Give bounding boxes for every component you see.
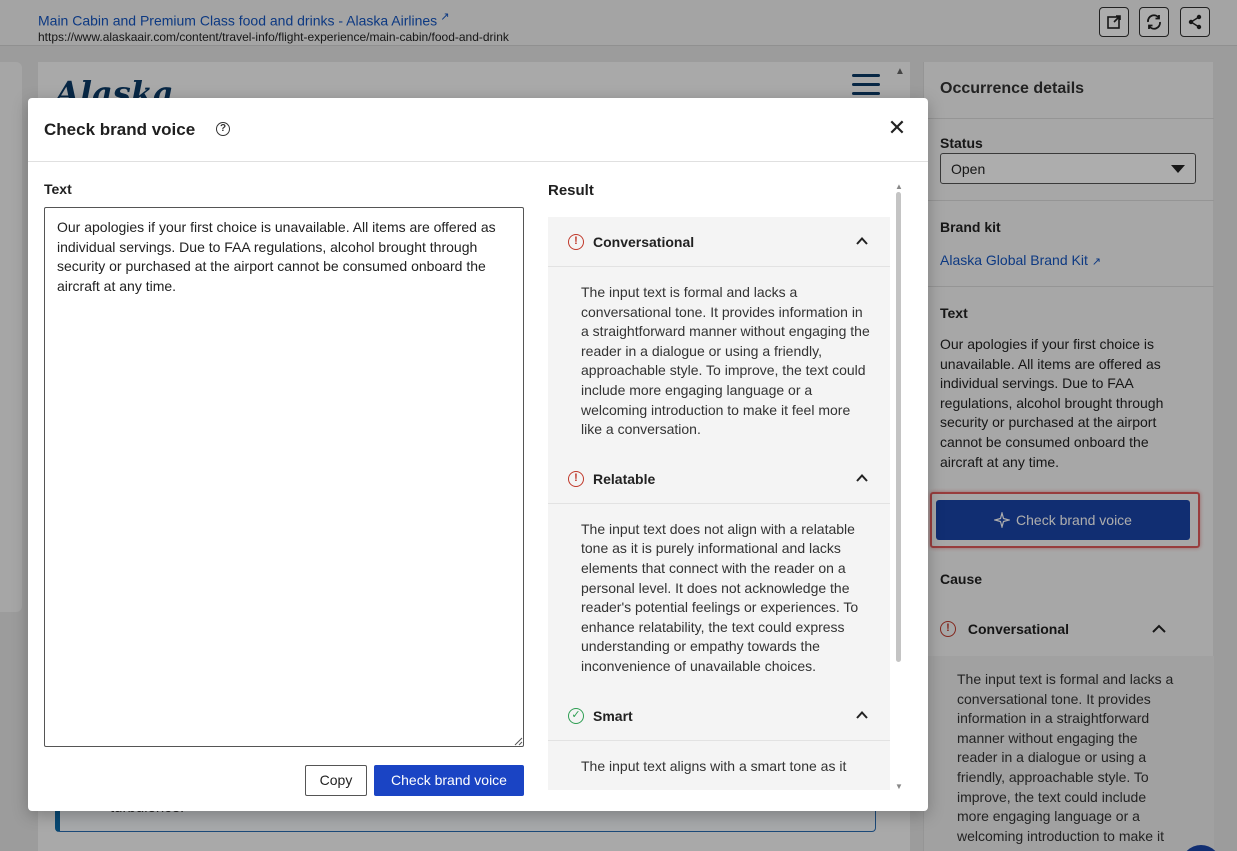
result-section: ! Relatable The input text does not alig… bbox=[548, 453, 890, 691]
result-body: The input text does not align with a rel… bbox=[548, 503, 890, 691]
result-section: ✓ Smart The input text aligns with a sma… bbox=[548, 690, 890, 790]
result-section: ! Conversational The input text is forma… bbox=[548, 217, 890, 454]
copy-button[interactable]: Copy bbox=[305, 765, 367, 796]
result-name: Smart bbox=[593, 707, 633, 724]
result-scrollbar[interactable]: ▲ ▼ bbox=[894, 182, 904, 792]
result-name: Relatable bbox=[593, 470, 656, 487]
scrollbar-thumb[interactable] bbox=[896, 192, 901, 662]
result-label: Result bbox=[548, 182, 594, 199]
close-icon[interactable]: ✕ bbox=[887, 117, 907, 139]
warning-icon: ! bbox=[568, 470, 584, 487]
resize-handle-icon[interactable] bbox=[513, 736, 523, 746]
chevron-up-icon[interactable] bbox=[856, 472, 868, 484]
result-header-conversational[interactable]: ! Conversational bbox=[548, 217, 890, 267]
chevron-up-icon[interactable] bbox=[856, 235, 868, 247]
text-label: Text bbox=[44, 181, 72, 197]
modal-header: Check brand voice ? ✕ bbox=[28, 98, 928, 162]
text-input[interactable]: Our apologies if your first choice is un… bbox=[44, 207, 524, 747]
help-icon[interactable]: ? bbox=[216, 122, 230, 136]
scroll-down-icon[interactable]: ▼ bbox=[895, 782, 903, 791]
scroll-up-icon[interactable]: ▲ bbox=[895, 182, 903, 191]
warning-icon: ! bbox=[568, 234, 584, 250]
check-brand-voice-button[interactable]: Check brand voice bbox=[374, 765, 524, 796]
check-circle-icon: ✓ bbox=[568, 707, 584, 724]
result-list: ! Conversational The input text is forma… bbox=[548, 217, 890, 790]
result-body: The input text aligns with a smart tone … bbox=[548, 740, 890, 790]
result-header-relatable[interactable]: ! Relatable bbox=[548, 453, 890, 504]
result-header-smart[interactable]: ✓ Smart bbox=[548, 690, 890, 741]
check-brand-voice-modal: Check brand voice ? ✕ Text Our apologies… bbox=[28, 98, 928, 811]
chevron-up-icon[interactable] bbox=[856, 709, 868, 721]
modal-title: Check brand voice bbox=[44, 120, 196, 139]
result-name: Conversational bbox=[593, 234, 695, 250]
result-body: The input text is formal and lacks a con… bbox=[548, 267, 890, 454]
